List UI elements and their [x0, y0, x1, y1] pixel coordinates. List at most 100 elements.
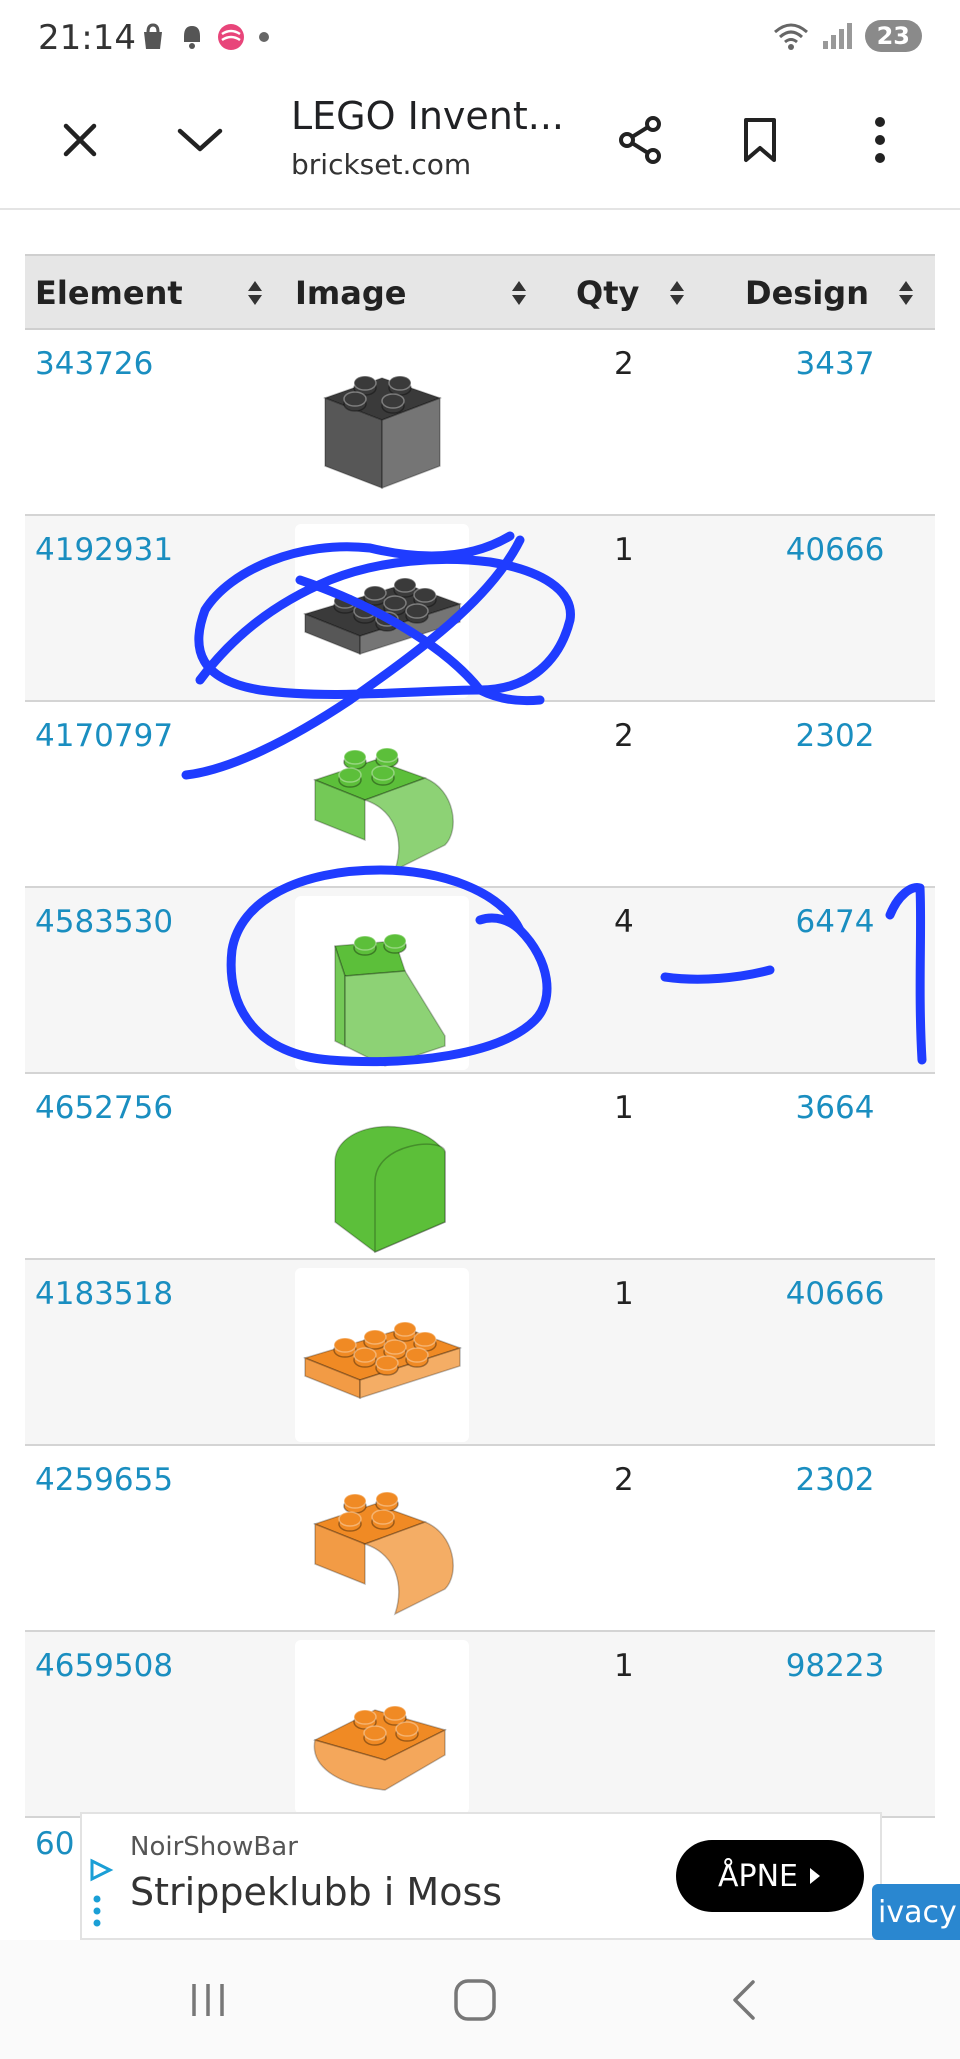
more-options-button[interactable] — [848, 108, 912, 172]
partial-row-element[interactable]: 60 — [35, 1826, 74, 1862]
brick-slope-1x2-image — [333, 933, 446, 1067]
ad-advertiser: NoirShowBar — [130, 1832, 298, 1862]
back-icon — [733, 1980, 755, 2020]
quantity: 2 — [614, 346, 634, 382]
privacy-badge[interactable]: ivacy — [872, 1884, 960, 1940]
header-design[interactable]: Design — [745, 274, 869, 312]
dot-icon — [259, 32, 269, 42]
header-element[interactable]: Element — [35, 274, 183, 312]
sort-icon[interactable] — [669, 280, 685, 306]
ad-choices-icon[interactable] — [88, 1858, 114, 1882]
quantity: 1 — [614, 1090, 634, 1126]
element-link[interactable]: 4170797 — [35, 718, 173, 754]
browser-toolbar: LEGO Invent... brickset.com — [0, 80, 960, 210]
app-logo-icon — [218, 24, 244, 50]
close-icon — [63, 123, 97, 157]
element-image[interactable] — [295, 1454, 469, 1628]
brick-curved-2x2-image — [312, 747, 454, 872]
sort-icon[interactable] — [511, 280, 527, 306]
element-link[interactable]: 4183518 — [35, 1276, 173, 1312]
bookmark-button[interactable] — [728, 108, 792, 172]
table-row: 343726 2 3437 — [25, 330, 935, 516]
brick-plate-2x4-image — [302, 577, 463, 656]
recent-apps-icon — [192, 1984, 224, 2016]
brick-curved-2x2-image — [312, 1491, 454, 1616]
design-link[interactable]: 6474 — [735, 904, 935, 940]
ad-title[interactable]: Strippeklubb i Moss — [130, 1870, 502, 1914]
element-image[interactable] — [295, 1082, 469, 1256]
table-row: 4170797 2 2302 — [25, 702, 935, 888]
sort-icon[interactable] — [247, 280, 263, 306]
status-bar: 21:14 23 — [0, 0, 960, 80]
ad-open-label: ÅPNE — [717, 1858, 798, 1894]
quantity: 4 — [614, 904, 634, 940]
element-link[interactable]: 343726 — [35, 346, 153, 382]
minimize-button[interactable] — [168, 108, 232, 172]
brick-curved-plate-2x2-image — [312, 1705, 448, 1791]
design-link[interactable]: 40666 — [735, 532, 935, 568]
table-row: 4192931 1 40666 — [25, 516, 935, 702]
chevron-down-icon — [177, 128, 223, 152]
quantity: 1 — [614, 1276, 634, 1312]
back-button[interactable] — [712, 1968, 776, 2032]
element-image[interactable] — [295, 1640, 469, 1814]
bell-icon — [184, 26, 200, 49]
brick-plate-2x4-image — [302, 1321, 463, 1400]
system-navigation-bar — [0, 1940, 960, 2059]
element-image[interactable] — [295, 524, 469, 698]
share-button[interactable] — [608, 108, 672, 172]
element-link[interactable]: 4192931 — [35, 532, 173, 568]
inventory-table: Element Image Qty Design 343726 2 3437 4192… — [25, 254, 935, 1818]
element-image[interactable] — [295, 338, 469, 512]
quantity: 2 — [614, 1462, 634, 1498]
table-body: 343726 2 3437 4192931 1 40666 4170797 2 2302 4583… — [25, 330, 935, 1818]
system-icons: 23 — [771, 20, 922, 52]
quantity: 2 — [614, 718, 634, 754]
element-link[interactable]: 4259655 — [35, 1462, 173, 1498]
table-header: Element Image Qty Design — [25, 254, 935, 330]
quantity: 1 — [614, 532, 634, 568]
ad-more-icon[interactable] — [92, 1894, 102, 1928]
design-link[interactable]: 3664 — [735, 1090, 935, 1126]
home-icon — [454, 1979, 496, 2021]
design-link[interactable]: 98223 — [735, 1648, 935, 1684]
more-vertical-icon — [875, 117, 885, 163]
element-image[interactable] — [295, 1268, 469, 1442]
battery-indicator: 23 — [864, 20, 922, 52]
table-row: 4183518 1 40666 — [25, 1260, 935, 1446]
table-row: 4659508 1 98223 — [25, 1632, 935, 1818]
element-link[interactable]: 4652756 — [35, 1090, 173, 1126]
bookmark-icon — [744, 118, 776, 162]
wifi-icon — [773, 23, 808, 50]
header-qty[interactable]: Qty — [576, 274, 639, 312]
notification-icons — [138, 22, 272, 52]
table-row: 4259655 2 2302 — [25, 1446, 935, 1632]
header-image[interactable]: Image — [295, 274, 406, 312]
shopping-bag-icon — [144, 23, 162, 49]
design-link[interactable]: 3437 — [735, 346, 935, 382]
page-url[interactable]: brickset.com — [291, 148, 471, 181]
element-link[interactable]: 4583530 — [35, 904, 173, 940]
signal-icon — [822, 23, 852, 49]
recent-apps-button[interactable] — [176, 1968, 240, 2032]
close-button[interactable] — [48, 108, 112, 172]
status-time: 21:14 — [38, 18, 136, 58]
brick-arch-1x2-image — [334, 1125, 446, 1254]
table-row: 4652756 1 3664 — [25, 1074, 935, 1260]
quantity: 1 — [614, 1648, 634, 1684]
design-link[interactable]: 2302 — [735, 718, 935, 754]
share-icon — [619, 116, 661, 164]
design-link[interactable]: 40666 — [735, 1276, 935, 1312]
element-image[interactable] — [295, 896, 469, 1070]
home-button[interactable] — [443, 1968, 507, 2032]
design-link[interactable]: 2302 — [735, 1462, 935, 1498]
ad-banner[interactable]: NoirShowBar Strippeklubb i Moss ÅPNE — [80, 1812, 882, 1940]
element-image[interactable] — [295, 710, 469, 884]
table-row: 4583530 4 6474 — [25, 888, 935, 1074]
sort-icon[interactable] — [898, 280, 914, 306]
element-link[interactable]: 4659508 — [35, 1648, 173, 1684]
ad-open-button[interactable]: ÅPNE — [676, 1840, 864, 1912]
privacy-label: ivacy — [878, 1894, 957, 1930]
brick-brick-2x2-image — [322, 375, 443, 490]
play-icon — [810, 1868, 820, 1884]
